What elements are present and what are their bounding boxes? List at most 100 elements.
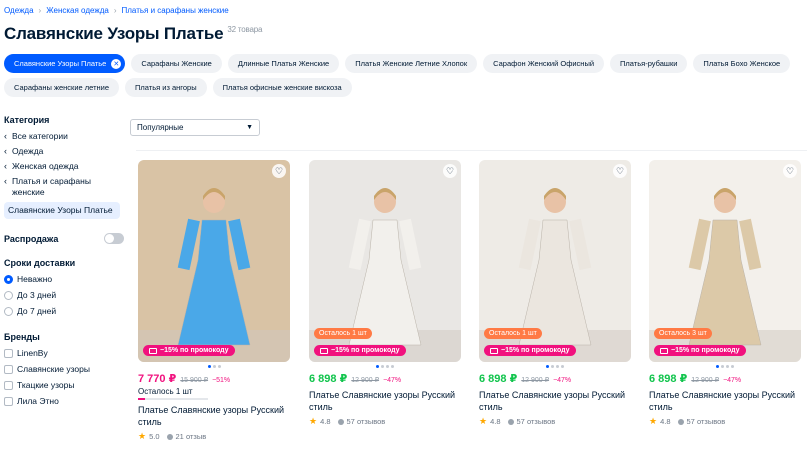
- brand-option[interactable]: Славянские узоры: [4, 364, 124, 374]
- slide-dot[interactable]: [716, 365, 719, 368]
- checkbox[interactable]: [4, 396, 13, 406]
- slide-dot[interactable]: [731, 365, 734, 368]
- stock-badge: Осталось 3 шт: [654, 328, 712, 339]
- radio-button[interactable]: [4, 306, 13, 316]
- filter-chip[interactable]: Сарафаны женские летние: [4, 78, 120, 97]
- price: 6 898 ₽: [649, 373, 688, 385]
- product-title[interactable]: Платье Славянские узоры Русский стиль: [479, 389, 631, 413]
- brand-option[interactable]: Ткацкие узоры: [4, 380, 124, 390]
- chip-label: Сарафаны Женские: [141, 59, 212, 68]
- delivery-label: До 7 дней: [17, 306, 57, 316]
- brand-label: Ткацкие узоры: [17, 380, 75, 390]
- promo-badge: −15% по промокоду: [143, 345, 235, 356]
- radio-button[interactable]: [4, 274, 13, 284]
- brand-label: Лила Этно: [17, 396, 59, 406]
- review-icon: [166, 433, 173, 440]
- filter-chip[interactable]: Длинные Платья Женские: [227, 54, 340, 73]
- slide-dot[interactable]: [556, 365, 559, 368]
- breadcrumb-item[interactable]: Одежда: [4, 6, 34, 15]
- reviews[interactable]: 57 отзывов: [517, 417, 556, 426]
- rating: 5.0: [149, 432, 160, 441]
- product-photo: [138, 160, 290, 362]
- brand-option[interactable]: Лила Этно: [4, 396, 124, 406]
- breadcrumb-item[interactable]: Женская одежда: [46, 6, 109, 15]
- checkbox[interactable]: [4, 348, 13, 358]
- chevron-left-icon: ‹: [4, 161, 7, 171]
- slide-dot[interactable]: [546, 365, 549, 368]
- stock-note: Осталось 1 шт: [138, 387, 193, 396]
- brand-option[interactable]: LinenBy: [4, 348, 124, 358]
- price-row: 7 770 ₽15 900 ₽ −51%: [138, 372, 290, 385]
- filter-chip[interactable]: Платья офисные женские вискоза: [212, 78, 352, 97]
- slide-dot[interactable]: [386, 365, 389, 368]
- product-image[interactable]: ♡ −15% по промокоду: [138, 160, 290, 362]
- category-link[interactable]: ‹ Все категории: [4, 131, 124, 142]
- delivery-option[interactable]: До 7 дней: [4, 306, 124, 316]
- heart-icon[interactable]: ♡: [783, 164, 797, 178]
- reviews[interactable]: 57 отзывов: [347, 417, 386, 426]
- product-card[interactable]: ♡ −15% по промокоду 7 770 ₽15 900 ₽ −51% Ост…: [138, 160, 290, 442]
- close-icon[interactable]: ✕: [111, 58, 122, 69]
- slide-dot[interactable]: [391, 365, 394, 368]
- product-card[interactable]: ♡ Осталось 3 шт −15% по промокоду 6 898 ₽12…: [649, 160, 801, 427]
- chip-label: Платья Женские Летние Хлопок: [355, 59, 468, 68]
- slide-dot[interactable]: [551, 365, 554, 368]
- chip-label: Платья офисные женские вискоза: [222, 83, 342, 92]
- star-icon: ★: [138, 431, 147, 441]
- slide-dot[interactable]: [217, 365, 221, 368]
- category-label: Платья и сарафаны женские: [12, 176, 91, 197]
- slide-dot[interactable]: [381, 365, 384, 368]
- promo-text: −15% по промокоду: [331, 347, 400, 354]
- filter-chip[interactable]: Платья из ангоры: [125, 78, 207, 97]
- sale-toggle[interactable]: [104, 233, 124, 244]
- stock-bar-fill: [138, 398, 145, 400]
- product-title[interactable]: Платье Славянские узоры Русский стиль: [309, 389, 461, 413]
- category-link[interactable]: ‹ Женская одежда: [4, 161, 124, 172]
- product-card[interactable]: ♡ Осталось 1 шт −15% по промокоду 6 898 ₽12…: [479, 160, 631, 427]
- filter-chip[interactable]: Сарафаны Женские: [131, 54, 222, 73]
- product-card[interactable]: ♡ Осталось 1 шт −15% по промокоду 6 898 ₽12…: [309, 160, 461, 427]
- filter-chip[interactable]: Славянские Узоры Платье ✕: [4, 54, 126, 73]
- brand-label: LinenBy: [17, 348, 48, 358]
- product-title[interactable]: Платье Славянские узоры Русский стиль: [138, 404, 290, 428]
- category-label: Одежда: [12, 146, 44, 156]
- filter-chip[interactable]: Платья-рубашки: [610, 54, 688, 73]
- filter-chip[interactable]: Платья Бохо Женское: [693, 54, 791, 73]
- chevron-left-icon: ‹: [4, 146, 7, 156]
- checkbox[interactable]: [4, 380, 13, 390]
- product-image[interactable]: ♡ Осталось 1 шт −15% по промокоду: [309, 160, 461, 362]
- sale-filter: Распродажа: [4, 233, 124, 244]
- product-image[interactable]: ♡ Осталось 1 шт −15% по промокоду: [479, 160, 631, 362]
- delivery-option[interactable]: Неважно: [4, 274, 124, 284]
- delivery-option[interactable]: До 3 дней: [4, 290, 124, 300]
- reviews[interactable]: 21 отзыв: [176, 432, 207, 441]
- chip-label: Длинные Платья Женские: [237, 59, 330, 68]
- radio-button[interactable]: [4, 290, 13, 300]
- slide-dot[interactable]: [561, 365, 564, 368]
- heart-icon[interactable]: ♡: [272, 164, 286, 178]
- star-icon: ★: [649, 416, 658, 426]
- reviews[interactable]: 57 отзывов: [687, 417, 726, 426]
- slide-dot[interactable]: [207, 365, 211, 368]
- filter-chip[interactable]: Платья Женские Летние Хлопок: [345, 54, 478, 73]
- slide-dot[interactable]: [376, 365, 379, 368]
- breadcrumb-item[interactable]: Платья и сарафаны женские: [122, 6, 229, 15]
- product-title[interactable]: Платье Славянские узоры Русский стиль: [649, 389, 801, 413]
- slide-dot[interactable]: [721, 365, 724, 368]
- brands-heading: Бренды: [4, 332, 40, 342]
- product-image[interactable]: ♡ Осталось 3 шт −15% по промокоду: [649, 160, 801, 362]
- slide-dot[interactable]: [726, 365, 729, 368]
- category-link[interactable]: ‹ Платья и сарафаны женские: [4, 176, 124, 198]
- rating: 4.8: [320, 417, 331, 426]
- category-link[interactable]: ‹ Одежда: [4, 146, 124, 157]
- checkbox[interactable]: [4, 364, 13, 374]
- slide-dot[interactable]: [212, 365, 216, 368]
- sort-select[interactable]: Популярные ▼: [130, 119, 260, 136]
- heart-icon[interactable]: ♡: [613, 164, 627, 178]
- star-icon: ★: [479, 416, 488, 426]
- promo-badge: −15% по промокоду: [654, 345, 746, 356]
- selected-category[interactable]: Славянские Узоры Платье: [4, 202, 120, 219]
- heart-icon[interactable]: ♡: [443, 164, 457, 178]
- slide-dots: [649, 365, 801, 368]
- filter-chip[interactable]: Сарафон Женский Офисный: [483, 54, 605, 73]
